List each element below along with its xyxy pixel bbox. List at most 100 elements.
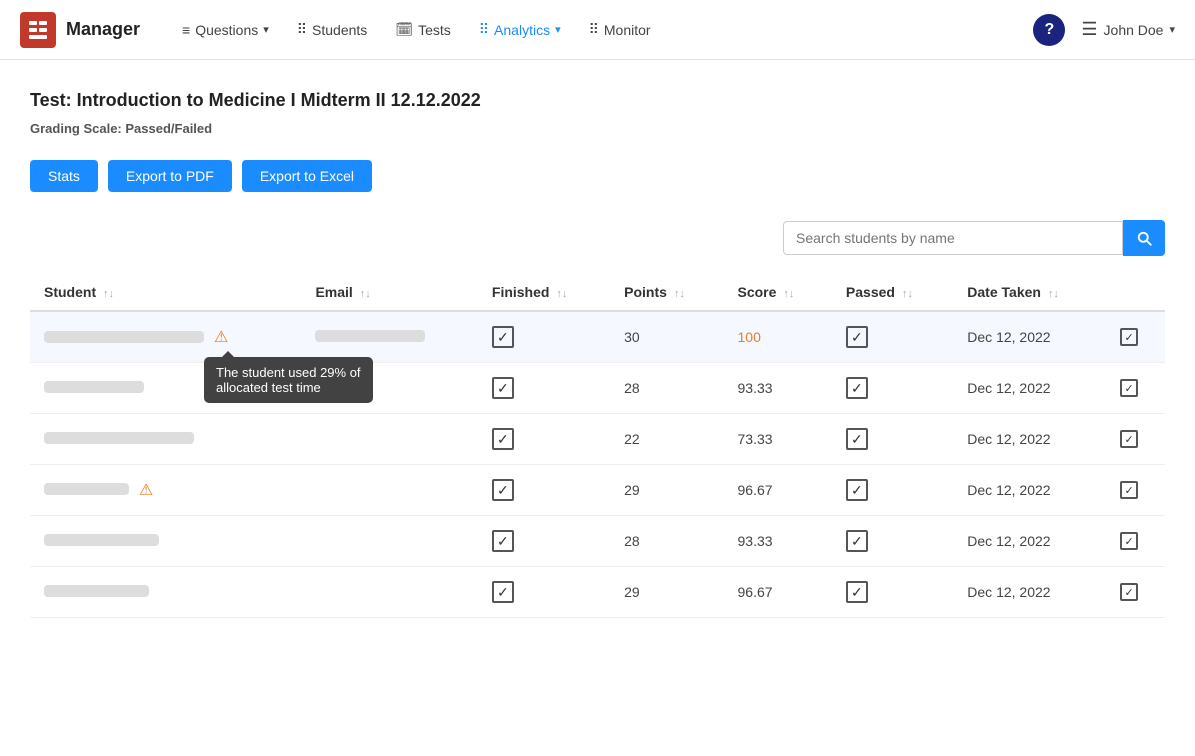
finished-checkbox: ✓ [492,581,514,603]
score-cell: 93.33 [724,363,832,414]
email-cell [301,414,477,465]
points-cell: 22 [610,414,723,465]
email-cell [301,465,477,516]
chevron-down-icon-analytics: ▾ [555,23,561,36]
monitor-icon: ⠿ [589,21,599,38]
finished-cell: ✓ [478,363,610,414]
user-chevron-icon: ▾ [1169,23,1175,36]
score-cell: 93.33 [724,516,832,567]
points-value: 30 [624,329,640,345]
date-taken-cell: Dec 12, 2022 [953,465,1106,516]
finished-checkbox: ✓ [492,479,514,501]
action-cell: ✓ [1106,516,1165,567]
student-placeholder [44,585,149,597]
table-row: ✓ 28 93.33 ✓ Dec 12, 2022 ✓ [30,516,1165,567]
student-placeholder [44,483,129,495]
date-taken-cell: Dec 12, 2022 [953,516,1106,567]
points-cell: 28 [610,516,723,567]
action-cell: ✓ [1106,311,1165,363]
hamburger-icon: ☰ [1081,19,1097,40]
finished-checkbox: ✓ [492,530,514,552]
navbar: Manager ≡ Questions ▾ ⠿ Students 🗓 Tests… [0,0,1195,60]
email-placeholder [315,330,425,342]
col-finished[interactable]: Finished ↑↓ [478,274,610,311]
action-checkbox[interactable]: ✓ [1120,583,1138,601]
search-button[interactable] [1123,220,1165,256]
brand-name: Manager [66,19,140,40]
action-checkbox[interactable]: ✓ [1120,481,1138,499]
col-email[interactable]: Email ↑↓ [301,274,477,311]
date-taken-cell: Dec 12, 2022 [953,414,1106,465]
score-cell: 73.33 [724,414,832,465]
grading-scale: Grading Scale: Passed/Failed [30,121,1165,136]
export-excel-button[interactable]: Export to Excel [242,160,372,192]
student-name-wrap: ⚠ The student used 29% ofallocated test … [44,327,228,347]
sort-icon-score: ↑↓ [783,288,794,300]
passed-checkbox: ✓ [846,377,868,399]
passed-checkbox: ✓ [846,428,868,450]
finished-cell: ✓ [478,465,610,516]
student-placeholder [44,432,194,444]
page-title: Test: Introduction to Medicine I Midterm… [30,90,1165,111]
score-cell: 96.67 [724,567,832,618]
action-checkbox[interactable]: ✓ [1120,430,1138,448]
user-name: John Doe [1104,22,1164,38]
nav-item-monitor[interactable]: ⠿ Monitor [577,13,663,46]
finished-cell: ✓ [478,414,610,465]
nav-item-students[interactable]: ⠿ Students [285,13,380,46]
date-taken-value: Dec 12, 2022 [967,329,1050,345]
nav-right: ? ☰ John Doe ▾ [1033,14,1175,46]
sort-icon-date: ↑↓ [1048,288,1059,300]
finished-cell: ✓ [478,311,610,363]
finished-cell: ✓ [478,567,610,618]
col-passed[interactable]: Passed ↑↓ [832,274,953,311]
action-checkbox[interactable]: ✓ [1120,328,1138,346]
col-student[interactable]: Student ↑↓ [30,274,301,311]
email-cell [301,363,477,414]
nav-item-tests[interactable]: 🗓 Tests [383,13,462,46]
nav-item-questions[interactable]: ≡ Questions ▾ [170,14,281,46]
finished-checkbox: ✓ [492,326,514,348]
brand[interactable]: Manager [20,12,140,48]
table-row: ⚠ The student used 29% ofallocated test … [30,311,1165,363]
passed-checkbox: ✓ [846,530,868,552]
col-action [1106,274,1165,311]
export-pdf-button[interactable]: Export to PDF [108,160,232,192]
analytics-icon: ⠿ [479,21,489,38]
points-cell: 28 [610,363,723,414]
action-checkbox[interactable]: ✓ [1120,379,1138,397]
col-points[interactable]: Points ↑↓ [610,274,723,311]
sort-icon-finished: ↑↓ [556,288,567,300]
user-menu[interactable]: ☰ John Doe ▾ [1081,19,1175,40]
main-content: Test: Introduction to Medicine I Midterm… [0,60,1195,756]
student-placeholder [44,331,204,343]
score-cell: 96.67 [724,465,832,516]
action-checkbox[interactable]: ✓ [1120,532,1138,550]
email-cell [301,311,477,363]
search-input[interactable] [783,221,1123,255]
passed-checkbox: ✓ [846,581,868,603]
col-score[interactable]: Score ↑↓ [724,274,832,311]
points-cell: 30 [610,311,723,363]
passed-cell: ✓ [832,414,953,465]
nav-item-analytics[interactable]: ⠿ Analytics ▾ [467,13,573,46]
help-button[interactable]: ? [1033,14,1065,46]
date-taken-cell: Dec 12, 2022 [953,363,1106,414]
student-cell [30,414,301,465]
score-cell: 100 [724,311,832,363]
search-icon [1135,229,1153,247]
action-cell: ✓ [1106,414,1165,465]
stats-button[interactable]: Stats [30,160,98,192]
nav-items: ≡ Questions ▾ ⠿ Students 🗓 Tests ⠿ Analy… [170,13,1033,46]
date-taken-cell: Dec 12, 2022 [953,311,1106,363]
action-cell: ✓ [1106,363,1165,414]
sort-icon-points: ↑↓ [674,288,685,300]
passed-cell: ✓ [832,465,953,516]
table-header: Student ↑↓ Email ↑↓ Finished ↑↓ Points ↑… [30,274,1165,311]
finished-checkbox: ✓ [492,428,514,450]
action-buttons: Stats Export to PDF Export to Excel [30,160,1165,192]
brand-icon [20,12,56,48]
table-row: ✓ 22 73.33 ✓ Dec 12, 2022 ✓ [30,414,1165,465]
col-date-taken[interactable]: Date Taken ↑↓ [953,274,1106,311]
student-cell [30,567,301,618]
